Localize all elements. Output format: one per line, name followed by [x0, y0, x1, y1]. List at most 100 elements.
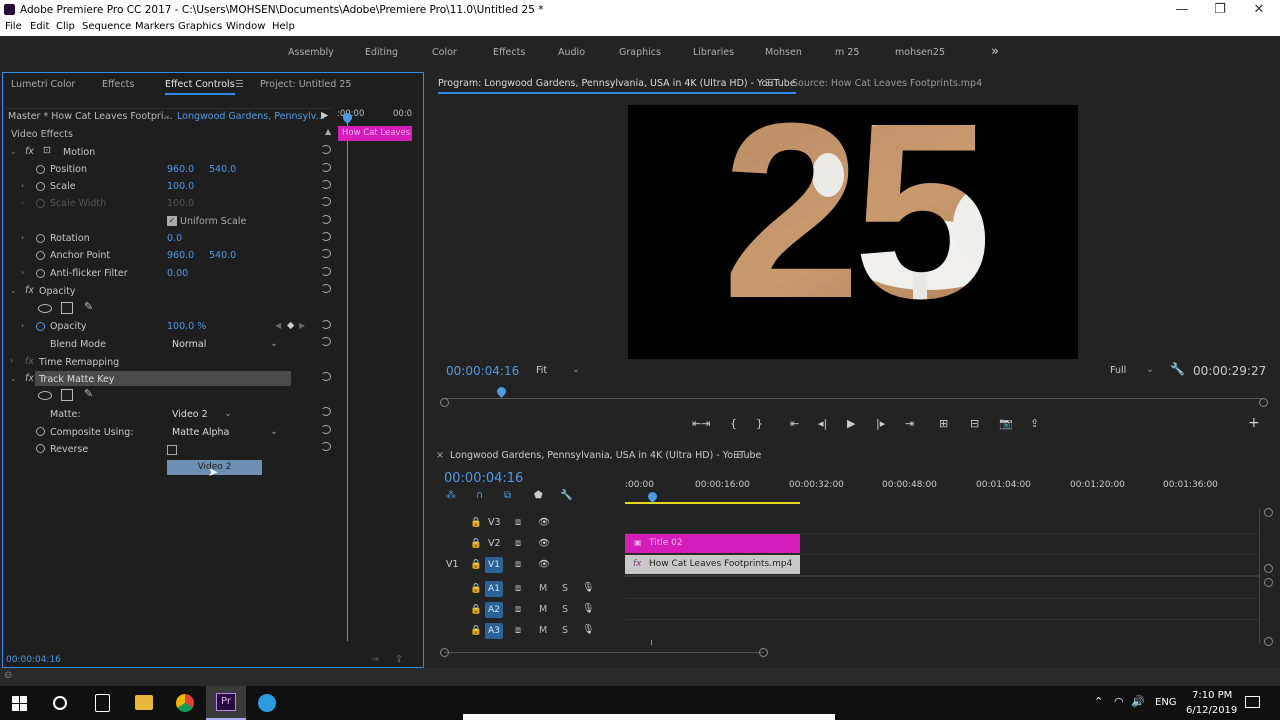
workspace-tab[interactable]: Libraries — [693, 47, 734, 58]
sync-lock-icon[interactable]: ⧈ — [515, 538, 521, 549]
track-matte-key-label[interactable]: Track Matte Key — [39, 374, 114, 385]
chevron-down-icon[interactable]: ⌄ — [572, 364, 580, 375]
nest-icon[interactable]: ⁂ — [446, 490, 456, 501]
effect-controls-timecode[interactable]: 00:00:04:16 — [6, 655, 61, 665]
lock-icon[interactable]: 🔒 — [470, 517, 482, 528]
timeline-timecode[interactable]: 00:00:04:16 — [444, 471, 523, 486]
reset-icon[interactable] — [321, 320, 331, 329]
chevron-right-icon[interactable]: › — [21, 181, 24, 190]
step-back-icon[interactable]: ◂| — [818, 417, 827, 430]
lock-icon[interactable]: 🔒 — [470, 625, 482, 636]
export-icon[interactable]: ⇪ — [395, 654, 403, 665]
workspace-more-icon[interactable]: » — [991, 44, 999, 59]
fx-icon[interactable]: fx — [25, 373, 34, 384]
reset-icon[interactable] — [321, 197, 331, 206]
transform-icon[interactable]: ⊡ — [43, 145, 51, 156]
anchor-y-value[interactable]: 540.0 — [209, 250, 236, 261]
master-clip-label[interactable]: Master * How Cat Leaves Footpri... — [8, 111, 173, 122]
reset-icon[interactable] — [321, 372, 331, 381]
solo-button[interactable]: S — [562, 604, 568, 615]
reset-icon[interactable] — [321, 442, 331, 451]
lift-icon[interactable]: ⊞ — [939, 417, 948, 430]
premiere-taskbar-item[interactable]: Pr — [206, 686, 246, 720]
eye-icon[interactable]: 👁 — [538, 559, 550, 570]
chevron-down-icon[interactable]: ⌄ — [10, 374, 17, 383]
fx-icon[interactable]: fx — [25, 146, 34, 157]
ellipse-mask-icon[interactable] — [38, 391, 52, 400]
workspace-tab[interactable]: Effects — [493, 47, 525, 58]
video-frame[interactable]: 25 25 — [628, 105, 1078, 359]
go-to-out-icon[interactable]: ⇥ — [905, 417, 914, 430]
position-y-value[interactable]: 540.0 — [209, 164, 236, 175]
stopwatch-icon[interactable] — [36, 182, 45, 191]
maximize-button[interactable]: ❐ — [1201, 0, 1239, 20]
tab-lumetri-color[interactable]: Lumetri Color — [11, 79, 75, 90]
chevron-down-icon[interactable]: ⌄ — [10, 147, 17, 156]
stopwatch-icon[interactable] — [36, 234, 45, 243]
tab-program[interactable]: Program: Longwood Gardens, Pennsylvania,… — [438, 78, 796, 94]
extract-icon[interactable]: ⊟ — [970, 417, 979, 430]
clock-date[interactable]: 6/12/2019 — [1186, 705, 1237, 716]
sync-lock-icon[interactable]: ⧈ — [515, 625, 521, 636]
language-indicator[interactable]: ENG — [1155, 697, 1177, 708]
reset-icon[interactable] — [321, 249, 331, 258]
export-frame-icon[interactable]: ⇪ — [1030, 417, 1039, 430]
scroll-handle-icon[interactable] — [759, 648, 768, 657]
workspace-tab[interactable]: Editing — [365, 47, 398, 58]
add-marker-icon[interactable]: ⬟ — [534, 490, 543, 501]
position-x-value[interactable]: 960.0 — [167, 164, 194, 175]
snap-icon[interactable]: ∩ — [476, 490, 483, 501]
scroll-up-icon[interactable]: ▲ — [325, 127, 331, 136]
scroll-handle-icon[interactable] — [440, 648, 449, 657]
chevron-right-icon[interactable]: › — [21, 233, 24, 242]
next-keyframe-icon[interactable]: ▶ — [299, 321, 305, 330]
solo-button[interactable]: S — [562, 583, 568, 594]
track-target-a2[interactable]: A2 — [485, 602, 503, 618]
menu-graphics[interactable]: Graphics — [178, 21, 222, 32]
time-ruler[interactable]: :00:00 00:00:16:00 00:00:32:00 00:00:48:… — [625, 480, 1259, 506]
menu-clip[interactable]: Clip — [56, 21, 75, 32]
track-target-a3[interactable]: A3 — [485, 623, 503, 639]
close-tab-icon[interactable]: × — [436, 450, 444, 461]
play-icon[interactable]: ▶ — [321, 110, 328, 121]
scroll-handle-icon[interactable] — [1259, 398, 1268, 407]
zoom-select[interactable]: Fit — [536, 365, 547, 376]
resolution-select[interactable]: Full — [1110, 365, 1126, 376]
calculator-icon[interactable] — [95, 694, 110, 712]
microphone-icon[interactable]: 🎙 — [582, 582, 594, 593]
play-icon[interactable]: ▶ — [847, 417, 855, 430]
anchor-x-value[interactable]: 960.0 — [167, 250, 194, 261]
app-icon[interactable] — [258, 694, 276, 712]
scroll-handle-icon[interactable] — [440, 398, 449, 407]
mark-out-icon[interactable]: } — [756, 417, 763, 430]
scroll-handle-icon[interactable] — [1264, 578, 1273, 587]
menu-edit[interactable]: Edit — [30, 21, 49, 32]
tab-effect-controls[interactable]: Effect Controls — [165, 79, 235, 95]
wrench-icon[interactable]: 🔧 — [1170, 362, 1185, 376]
chevron-down-icon[interactable]: ⌄ — [270, 426, 278, 437]
workspace-tab[interactable]: Graphics — [619, 47, 661, 58]
cortana-icon[interactable] — [53, 696, 67, 710]
pen-mask-icon[interactable]: ✎ — [84, 300, 93, 313]
chevron-down-icon[interactable]: ⌄ — [10, 286, 17, 295]
fx-icon[interactable]: fx — [25, 285, 34, 296]
reverse-checkbox[interactable] — [167, 445, 177, 455]
chevron-up-icon[interactable]: ⌃ — [1094, 695, 1103, 708]
playhead-icon[interactable] — [495, 385, 509, 398]
composite-select[interactable]: Matte Alpha — [172, 427, 229, 438]
menu-help[interactable]: Help — [272, 21, 295, 32]
camera-icon[interactable]: 📷 — [999, 417, 1013, 430]
stopwatch-icon[interactable] — [36, 444, 45, 453]
source-patch-v1[interactable]: V1 — [446, 559, 459, 570]
close-button[interactable]: ✕ — [1240, 0, 1278, 20]
wrench-icon[interactable]: 🔧 — [560, 490, 572, 501]
linked-selection-icon[interactable]: ⧉ — [504, 490, 511, 501]
chevron-right-icon[interactable]: › — [10, 356, 13, 365]
chevron-right-icon[interactable]: › — [21, 321, 24, 330]
sync-lock-icon[interactable]: ⧈ — [515, 559, 521, 570]
reset-icon[interactable] — [321, 232, 331, 241]
eye-icon[interactable]: 👁 — [538, 538, 550, 549]
reset-icon[interactable] — [321, 425, 331, 434]
step-forward-icon[interactable]: |▸ — [876, 417, 885, 430]
mini-clip[interactable]: How Cat Leaves — [338, 126, 412, 141]
